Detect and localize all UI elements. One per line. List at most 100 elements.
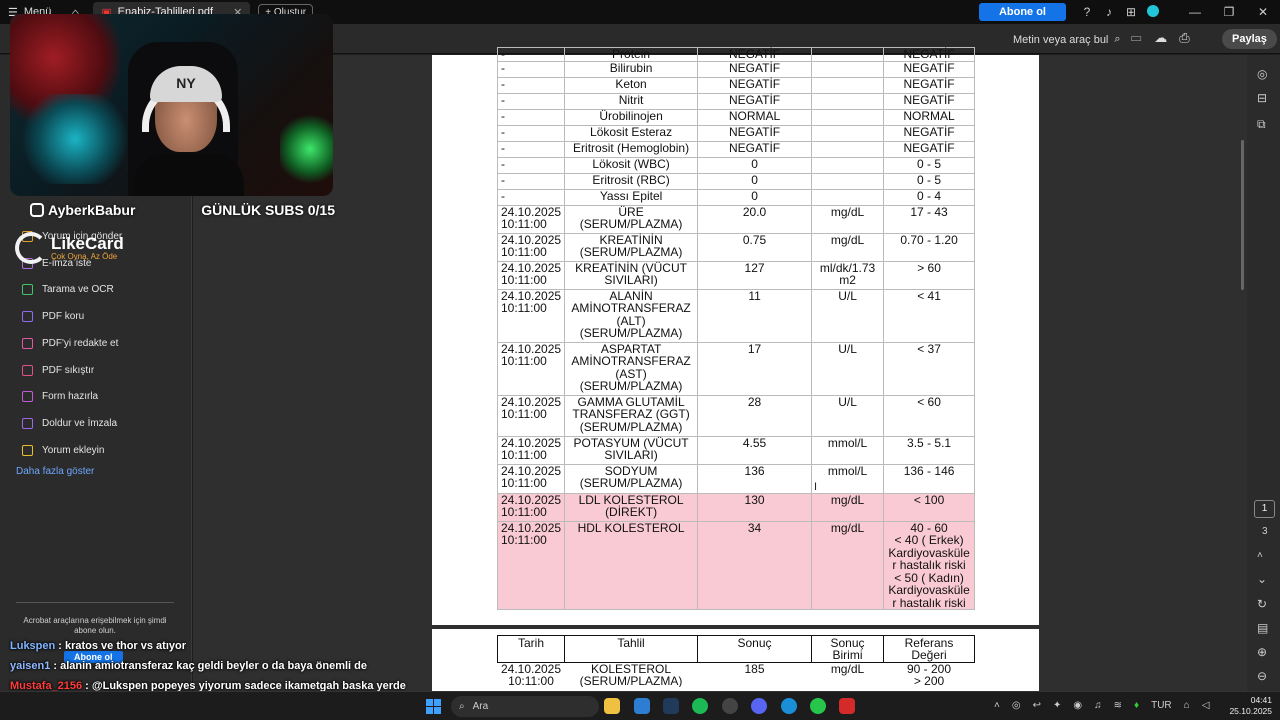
tool-item[interactable]: Yorum ekleyin [22, 444, 104, 456]
find-tool-search[interactable]: Metin veya araç bul ⌕ [1013, 33, 1121, 46]
start-button[interactable] [426, 699, 441, 714]
show-more-link[interactable]: Daha fazla göster [16, 466, 94, 477]
test-name-cell: Protein [564, 47, 699, 62]
refresh-icon[interactable]: ↻ [1257, 597, 1267, 611]
date-cell: 24.10.2025 10:11:00 [500, 662, 562, 687]
clock[interactable]: 04:41 25.10.2025 [1228, 695, 1272, 717]
unit-cell [811, 124, 885, 142]
spotify-icon[interactable] [692, 698, 708, 714]
tray-app-icon[interactable]: ◎ [1012, 700, 1021, 711]
result-cell: NEGATİF [697, 47, 813, 62]
chevron-down-icon[interactable]: ⌄ [1257, 572, 1267, 586]
language-indicator[interactable]: TUR [1151, 700, 1172, 711]
whatsapp-icon[interactable] [810, 698, 826, 714]
table-row: - Ürobilinojen NORMAL NORMAL [496, 108, 976, 126]
network-icon[interactable]: ⌂ [1184, 700, 1190, 711]
taskbar-search[interactable]: ⌕ Ara [451, 696, 599, 717]
comment-icon[interactable]: ◎ [1257, 67, 1267, 81]
result-cell: 28 [697, 394, 813, 437]
back-icon[interactable]: ↩ [1033, 700, 1041, 711]
acrobat-icon[interactable] [839, 698, 855, 714]
reference-cell: 0 - 4 [883, 188, 976, 206]
date-cell: - [496, 60, 566, 78]
zoom-out-icon[interactable]: ⊖ [1257, 669, 1267, 683]
tool-item[interactable]: Doldur ve İmzala [22, 417, 117, 429]
document-icon[interactable]: ▤ [1257, 621, 1268, 635]
column-header: Sonuç [697, 635, 812, 663]
unit-cell: mg/dL [811, 492, 885, 522]
date-cell: 24.10.2025 10:11:00 [496, 463, 566, 494]
result-cell: 185 [744, 662, 765, 676]
result-cell: 136 [697, 463, 813, 494]
system-tray: ˄ ◎ ↩ ✦ ◉ ♫ ≋ ♦ TUR ⌂ ◁ [994, 700, 1209, 711]
share-button[interactable]: Paylaş [1222, 29, 1277, 49]
test-name-cell: Eritrosit (RBC) [564, 172, 699, 190]
tool-item[interactable]: Tarama ve OCR [22, 284, 114, 296]
chevron-up-icon[interactable]: ˄ [994, 700, 1000, 711]
tool-icon [22, 417, 33, 429]
sponsor-slogan: Çok Oyna, Az Öde [51, 252, 118, 261]
close-window-icon[interactable]: ✕ [1246, 5, 1280, 19]
maximize-icon[interactable]: ❐ [1212, 5, 1246, 19]
table-row: - Lökosit (WBC) 0 0 - 5 [496, 156, 976, 174]
column-header: Tahlil [564, 635, 698, 663]
save-icon[interactable]: ▭ [1130, 30, 1142, 46]
unit-cell [811, 92, 885, 110]
volume-icon[interactable]: ♫ [1094, 700, 1102, 711]
tool-item[interactable]: PDF'yi redakte et [22, 337, 119, 349]
discord-icon[interactable] [751, 698, 767, 714]
reference-cell: 17 - 43 [883, 204, 976, 234]
date-cell: 24.10.2025 10:11:00 [496, 394, 566, 437]
test-name-cell: Bilirubin [564, 60, 699, 78]
current-page-field[interactable]: 1 [1254, 500, 1275, 518]
tool-item[interactable]: PDF sıkıştır [22, 364, 94, 376]
test-name-cell: KREATİNİN (VÜCUT SIVILARI) [564, 260, 699, 290]
subscribe-button[interactable]: Abone ol [978, 3, 1066, 21]
reference-cell: NEGATİF [883, 92, 976, 110]
edge-icon[interactable] [781, 698, 797, 714]
apps-grid-icon[interactable]: ⊞ [1120, 5, 1142, 19]
table-row: 24.10.2025 10:11:00 POTASYUM (VÜCUT SIVIL… [496, 435, 976, 465]
mic-icon[interactable]: ♦ [1134, 700, 1139, 711]
upload-cloud-icon[interactable]: ☁ [1154, 30, 1167, 46]
tool-item[interactable]: PDF koru [22, 311, 84, 323]
speaker-icon[interactable]: ◁ [1202, 700, 1210, 711]
unit-cell: mmol/L [811, 435, 885, 465]
result-cell: 11 [697, 288, 813, 343]
bookmark-icon[interactable]: ⊟ [1257, 91, 1267, 105]
zoom-in-icon[interactable]: ⊕ [1257, 645, 1267, 659]
test-name-cell: Lökosit (WBC) [564, 156, 699, 174]
reference-cell: < 37 [883, 341, 976, 396]
tool-item[interactable]: Form hazırla [22, 391, 98, 403]
print-icon[interactable]: ⎙ [1179, 30, 1189, 46]
pages-icon[interactable]: ⧉ [1257, 117, 1266, 132]
steam-tray-icon[interactable]: ◉ [1073, 700, 1082, 711]
settings-app-icon[interactable] [722, 698, 738, 714]
result-cell: 34 [697, 520, 813, 610]
unit-cell: U/L [811, 288, 885, 343]
bell-icon[interactable]: ♪ [1098, 5, 1120, 19]
test-name-cell: Eritrosit (Hemoglobin) [564, 140, 699, 158]
chevron-up-icon[interactable]: ˄ [1257, 550, 1263, 561]
search-icon: ⌕ [459, 701, 465, 712]
streamer-bar: AyberkBabur GÜNLÜK SUBS 0/15 [30, 199, 335, 221]
tray-app-icon[interactable]: ✦ [1053, 700, 1061, 711]
chat-message: yaisen1: alanin amiotransferaz kaç geldi… [10, 660, 367, 672]
result-cell: NEGATİF [697, 76, 813, 94]
steam-icon[interactable] [663, 698, 679, 714]
unit-cell: mg/dL [811, 232, 885, 262]
scroll-thumb[interactable] [1241, 140, 1244, 290]
text-cursor-icon: I [814, 481, 818, 493]
help-icon[interactable]: ? [1076, 5, 1098, 19]
chat-text: : kratos ve thor vs atıyor [58, 640, 187, 652]
tool-label: PDF'yi redakte et [42, 337, 119, 349]
unit-cell [811, 76, 885, 94]
file-explorer-icon[interactable] [604, 698, 620, 714]
test-name-cell: KREATİNİN (SERUM/PLAZMA) [564, 232, 699, 262]
store-icon[interactable] [634, 698, 650, 714]
unit-cell: ml/dk/1.73 m2 [811, 260, 885, 290]
wifi-icon[interactable]: ≋ [1114, 700, 1122, 711]
minimize-icon[interactable]: — [1178, 5, 1212, 19]
date-cell: 24.10.2025 10:11:00 [496, 204, 566, 234]
avatar[interactable] [1142, 4, 1164, 20]
